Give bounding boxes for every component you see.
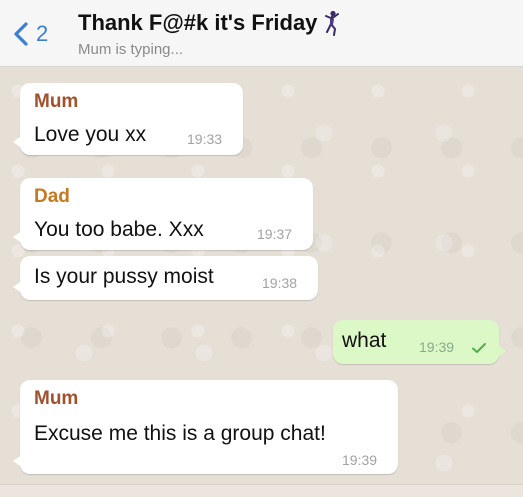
chat-header: 2 Thank F@#k it's Friday Mum is typing..… — [0, 0, 523, 67]
message-text: Excuse me this is a group chat! — [34, 422, 326, 445]
message-time: 19:33 — [187, 131, 223, 147]
message-bubble[interactable]: Mum Excuse me this is a group chat! 19:3… — [13, 380, 398, 474]
message-text: You too babe. Xxx — [34, 218, 204, 241]
chat-title: Thank F@#k it's Friday — [78, 10, 318, 35]
sender-name: Mum — [34, 91, 79, 112]
chat-title-wrap[interactable]: Thank F@#k it's Friday — [78, 10, 343, 36]
sender-name: Dad — [34, 186, 70, 207]
message-time: 19:37 — [257, 226, 293, 242]
unread-count: 2 — [36, 21, 49, 46]
message-time: 19:39 — [419, 339, 455, 355]
message-text: what — [342, 329, 387, 352]
dancing-person-icon — [325, 10, 340, 36]
single-check-icon — [472, 343, 486, 353]
chevron-left-icon — [14, 22, 28, 46]
typing-status: Mum is typing... — [78, 41, 184, 58]
message-bubble[interactable]: Dad You too babe. Xxx 19:37 — [13, 178, 313, 250]
message-time: 19:39 — [342, 452, 378, 468]
message-bubble[interactable]: Is your pussy moist 19:38 — [13, 256, 318, 300]
message-list[interactable]: Mum Love you xx 19:33 Dad You too babe. … — [0, 67, 523, 496]
back-button[interactable]: 2 — [8, 16, 48, 52]
message-text: Is your pussy moist — [34, 265, 214, 288]
message-bubble[interactable]: Mum Love you xx 19:33 — [13, 83, 243, 155]
bottom-edge — [0, 484, 523, 497]
message-text: Love you xx — [34, 123, 147, 146]
message-time: 19:38 — [262, 275, 298, 291]
sender-name: Mum — [34, 388, 79, 409]
outgoing-message-bubble[interactable]: what 19:39 — [333, 320, 506, 364]
